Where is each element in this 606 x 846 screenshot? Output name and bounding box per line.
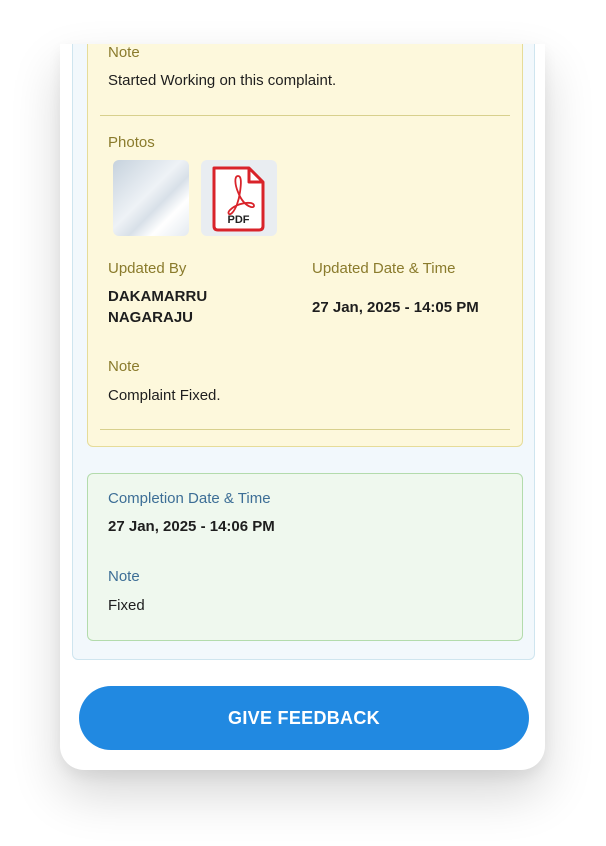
updated-by-label: Updated By (108, 260, 187, 277)
photo-thumbnail[interactable] (113, 160, 189, 236)
completion-note-value: Fixed (108, 597, 145, 614)
updated-datetime-label: Updated Date & Time (312, 260, 456, 277)
updated-by-line2: NAGARAJU (108, 309, 194, 326)
completion-datetime-value: 27 Jan, 2025 - 14:06 PM (108, 518, 275, 535)
note-value: Started Working on this complaint. (108, 72, 337, 89)
completion-note-label: Note (108, 568, 140, 585)
note-value: Complaint Fixed. (108, 387, 221, 404)
completion-datetime-label: Completion Date & Time (108, 490, 271, 507)
updated-by-line1: DAKAMARRU (108, 288, 208, 305)
completion-card: Completion Date & Time 27 Jan, 2025 - 14… (87, 473, 523, 641)
note-label: Note (108, 358, 140, 375)
photos-label: Photos (108, 134, 155, 151)
note-label: Note (108, 44, 140, 61)
updated-datetime-value: 27 Jan, 2025 - 14:05 PM (312, 299, 479, 316)
divider (100, 429, 510, 430)
screen: Note Started Working on this complaint. … (60, 44, 545, 770)
divider (100, 115, 510, 116)
status-update-card: Note Started Working on this complaint. … (87, 44, 523, 447)
pdf-attachment[interactable]: PDF (201, 160, 277, 236)
pdf-label: PDF (228, 214, 250, 226)
pdf-file-icon: PDF (212, 166, 265, 232)
give-feedback-button[interactable]: GIVE FEEDBACK (79, 686, 529, 750)
complaint-history-card: Note Started Working on this complaint. … (72, 44, 535, 660)
